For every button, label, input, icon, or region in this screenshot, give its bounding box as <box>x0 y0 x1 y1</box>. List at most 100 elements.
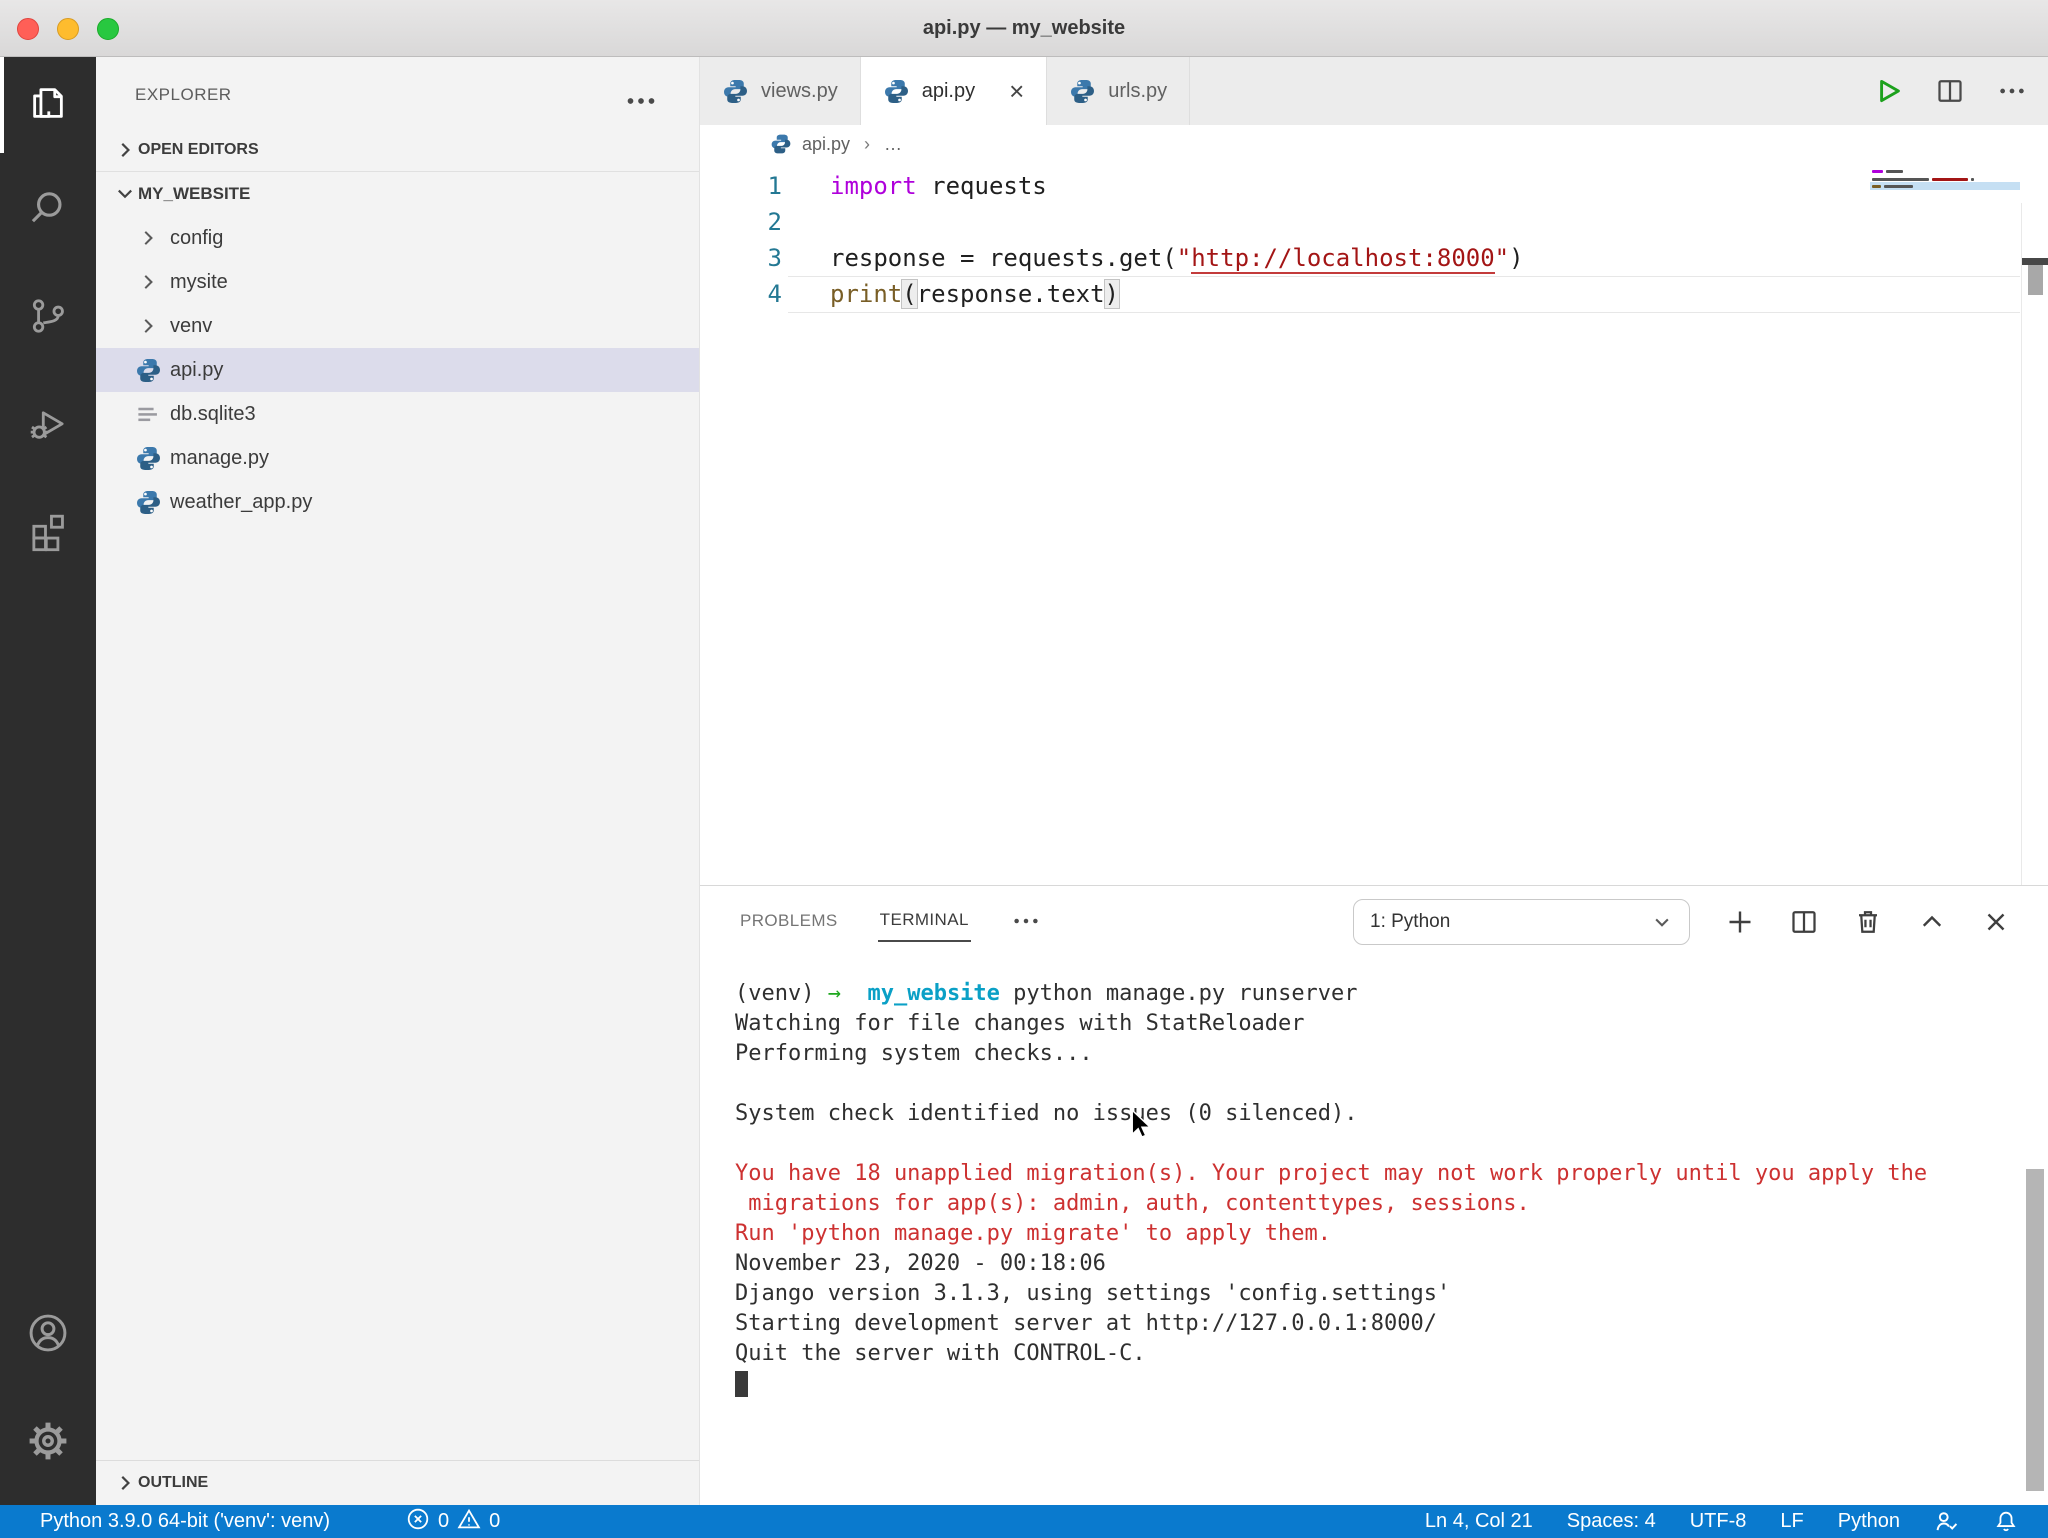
tree-item-manage.py[interactable]: manage.py <box>96 436 699 480</box>
explorer-sidebar: EXPLORER OPEN EDITORS MY_WEBSITE configm… <box>96 57 700 1505</box>
activity-account-button[interactable] <box>0 1287 96 1383</box>
more-actions-icon[interactable] <box>623 83 659 124</box>
eol-status[interactable]: LF <box>1780 1510 1803 1533</box>
terminal-line <box>735 1129 1927 1159</box>
terminal-shell-select[interactable]: 1: Python <box>1353 899 1690 945</box>
split-terminal-button[interactable] <box>1788 906 1820 938</box>
tree-item-config[interactable]: config <box>96 216 699 260</box>
open-editors-section[interactable]: OPEN EDITORS <box>96 129 699 171</box>
bell-icon[interactable] <box>1994 1510 2018 1534</box>
tree-item-venv[interactable]: venv <box>96 304 699 348</box>
file-name: mysite <box>170 271 228 294</box>
terminal-line: Run 'python manage.py migrate' to apply … <box>735 1219 1927 1249</box>
python-file-icon <box>1069 78 1096 105</box>
close-tab-icon[interactable]: × <box>1009 78 1024 104</box>
code-line-2 <box>830 204 1524 240</box>
title-bar: api.py — my_website <box>0 0 2048 57</box>
editor-tab-bar: views.py api.py × urls.py <box>700 57 2048 125</box>
file-tree: config mysite venv api.pydb.sqlite3manage.p… <box>96 216 699 524</box>
code-token: requests <box>917 172 1047 200</box>
file-name: weather_app.py <box>170 491 312 514</box>
editor-scrollbar-thumb[interactable] <box>2028 265 2043 295</box>
outline-label: OUTLINE <box>138 1474 208 1492</box>
activity-explorer-button[interactable] <box>0 57 96 153</box>
kill-terminal-button[interactable] <box>1852 906 1884 938</box>
more-actions-icon[interactable] <box>1994 73 2030 109</box>
editor-tab-api.py[interactable]: api.py × <box>861 57 1048 125</box>
encoding-status[interactable]: UTF-8 <box>1690 1510 1747 1533</box>
terminal-shell-value: 1: Python <box>1370 911 1450 933</box>
new-terminal-button[interactable] <box>1724 906 1756 938</box>
activity-bar <box>0 57 96 1505</box>
run-file-button[interactable] <box>1870 73 1906 109</box>
minimap[interactable] <box>1870 163 2022 363</box>
code-token: " <box>1177 244 1191 272</box>
root-folder-label: MY_WEBSITE <box>138 184 250 204</box>
code-line-3: response = requests.get("http://localhos… <box>830 240 1524 276</box>
close-panel-button[interactable] <box>1980 906 2012 938</box>
python-interpreter-status[interactable]: Python 3.9.0 64-bit ('venv': venv) <box>40 1510 330 1533</box>
maximize-panel-button[interactable] <box>1916 906 1948 938</box>
bottom-panel: PROBLEMS TERMINAL 1: Python <box>700 885 2048 1505</box>
activity-search-button[interactable] <box>0 162 96 258</box>
tree-item-mysite[interactable]: mysite <box>96 260 699 304</box>
breadcrumb-more[interactable]: … <box>884 134 902 155</box>
tree-item-weather_app.py[interactable]: weather_app.py <box>96 480 699 524</box>
editor-tab-urls.py[interactable]: urls.py <box>1047 57 1190 125</box>
tree-item-api.py[interactable]: api.py <box>96 348 699 392</box>
warning-count: 0 <box>489 1510 500 1533</box>
code-token: response = requests.get( <box>830 244 1177 272</box>
activity-source-control-button[interactable] <box>0 270 96 366</box>
cursor-position-status[interactable]: Ln 4, Col 21 <box>1425 1510 1533 1533</box>
outline-section[interactable]: OUTLINE <box>96 1462 699 1504</box>
warning-icon <box>457 1507 481 1537</box>
tab-terminal[interactable]: TERMINAL <box>878 900 971 942</box>
split-editor-button[interactable] <box>1932 73 1968 109</box>
terminal-output[interactable]: (venv) → my_website python manage.py run… <box>735 979 1927 1399</box>
python-file-icon <box>883 78 910 105</box>
tab-problems[interactable]: PROBLEMS <box>738 901 840 941</box>
activity-extensions-button[interactable] <box>0 485 96 581</box>
tree-item-db.sqlite3[interactable]: db.sqlite3 <box>96 392 699 436</box>
editor-tab-views.py[interactable]: views.py <box>700 57 861 125</box>
file-name: venv <box>170 315 212 338</box>
code-line-4: print(response.text) <box>830 276 1524 312</box>
chevron-right-icon: › <box>864 134 870 155</box>
current-line-border <box>788 312 2020 313</box>
panel-actions <box>1724 899 2012 945</box>
line-number: 3 <box>700 240 782 276</box>
database-file-icon <box>130 401 166 428</box>
root-folder-section[interactable]: MY_WEBSITE <box>96 173 699 215</box>
breadcrumb: api.py › … <box>700 125 2048 163</box>
zoom-window-button[interactable] <box>97 18 119 40</box>
open-editors-label: OPEN EDITORS <box>138 141 259 159</box>
minimize-window-button[interactable] <box>57 18 79 40</box>
tab-label: api.py <box>922 80 975 103</box>
language-mode-status[interactable]: Python <box>1838 1510 1900 1533</box>
code-lines: import requestsresponse = requests.get("… <box>830 168 1524 312</box>
status-bar: Python 3.9.0 64-bit ('venv': venv) 0 0 L… <box>0 1505 2048 1538</box>
search-icon <box>26 186 70 235</box>
close-window-button[interactable] <box>17 18 39 40</box>
section-divider <box>96 1460 699 1461</box>
mouse-cursor <box>1122 1106 1156 1145</box>
activity-settings-button[interactable] <box>0 1395 96 1491</box>
more-actions-icon[interactable] <box>1011 906 1041 936</box>
indentation-status[interactable]: Spaces: 4 <box>1567 1510 1656 1533</box>
python-file-icon <box>770 133 792 155</box>
scrollbar-divider <box>2021 203 2022 885</box>
code-token: ) <box>1105 280 1119 308</box>
terminal-line: November 23, 2020 - 00:18:06 <box>735 1249 1927 1279</box>
code-token: ) <box>1509 244 1523 272</box>
python-file-icon <box>130 445 166 472</box>
feedback-icon[interactable] <box>1934 1509 1960 1535</box>
terminal-cursor <box>735 1371 748 1397</box>
activity-run-debug-button[interactable] <box>0 377 96 473</box>
python-file-icon <box>722 78 749 105</box>
problems-status[interactable]: 0 0 <box>406 1507 500 1537</box>
terminal-scrollbar-thumb[interactable] <box>2026 1169 2044 1491</box>
terminal-line: migrations for app(s): admin, auth, cont… <box>735 1189 1927 1219</box>
python-file-icon <box>130 357 166 384</box>
breadcrumb-file[interactable]: api.py <box>802 134 850 155</box>
code-editor[interactable]: 1234 import requestsresponse = requests.… <box>700 163 2048 885</box>
